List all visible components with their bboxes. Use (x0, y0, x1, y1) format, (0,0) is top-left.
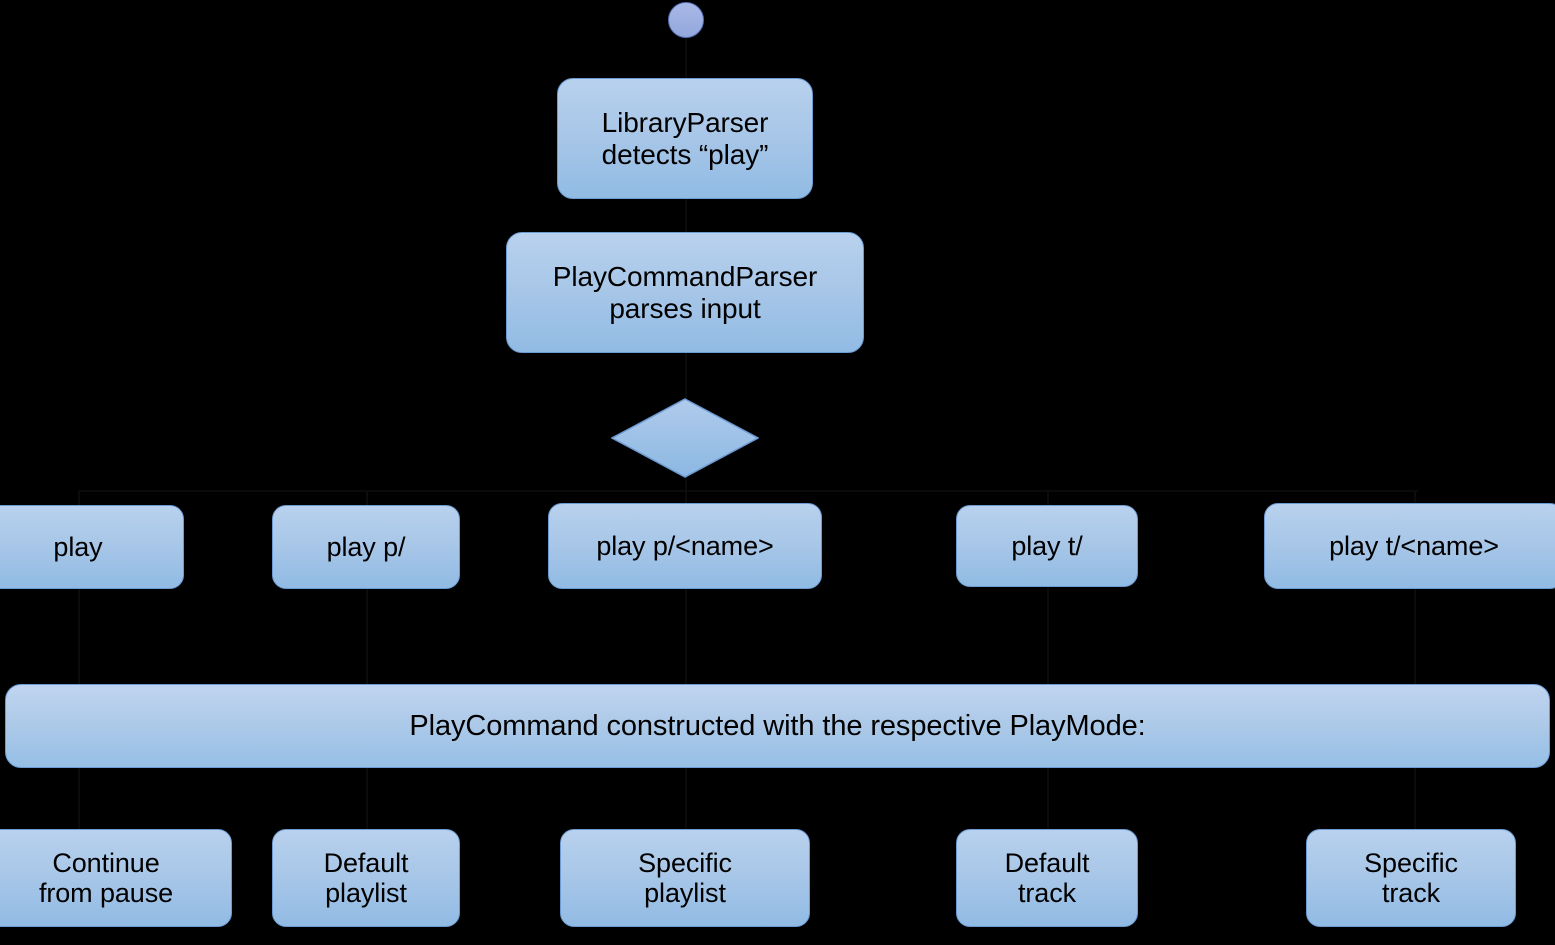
connector-detect-to-parse (685, 198, 687, 234)
branch-play-t[interactable]: play t/ (956, 505, 1138, 587)
branch-play-t-name[interactable]: play t/<name> (1264, 503, 1555, 589)
connector-banner-to-def-playlist (366, 766, 368, 832)
result-default-playlist[interactable]: Default playlist (272, 829, 460, 927)
connector-banner-to-spec-playlist (685, 766, 687, 832)
step-library-parser-detects[interactable]: LibraryParser detects “play” (557, 78, 813, 199)
step-play-command-parser[interactable]: PlayCommandParser parses input (506, 232, 864, 353)
connector-start-to-detect (685, 36, 687, 80)
connector-play-t-to-banner (1047, 586, 1049, 686)
start-circle-icon (668, 2, 704, 38)
connector-play-p-to-banner (366, 586, 368, 686)
connector-play-to-banner (78, 586, 80, 686)
connector-banner-to-def-track (1047, 766, 1049, 832)
connector-banner-to-continue (78, 766, 80, 832)
result-continue-from-pause[interactable]: Continue from pause (0, 829, 232, 927)
result-specific-playlist[interactable]: Specific playlist (560, 829, 810, 927)
connector-play-p-name-to-banner (685, 586, 687, 686)
branch-play-p[interactable]: play p/ (272, 505, 460, 589)
banner-playcommand-constructed[interactable]: PlayCommand constructed with the respect… (5, 684, 1550, 768)
connector-play-t-name-to-banner (1414, 586, 1416, 686)
connector-branch-bus (78, 490, 1418, 492)
branch-play[interactable]: play (0, 505, 184, 589)
connector-decision-stem (685, 476, 687, 490)
decision-diamond[interactable] (611, 398, 759, 478)
connector-banner-to-spec-track (1414, 766, 1416, 832)
connector-parse-to-decision (685, 352, 687, 400)
result-specific-track[interactable]: Specific track (1306, 829, 1516, 927)
branch-play-p-name[interactable]: play p/<name> (548, 503, 822, 589)
flowchart-canvas: LibraryParser detects “play” PlayCommand… (0, 0, 1555, 945)
result-default-track[interactable]: Default track (956, 829, 1138, 927)
